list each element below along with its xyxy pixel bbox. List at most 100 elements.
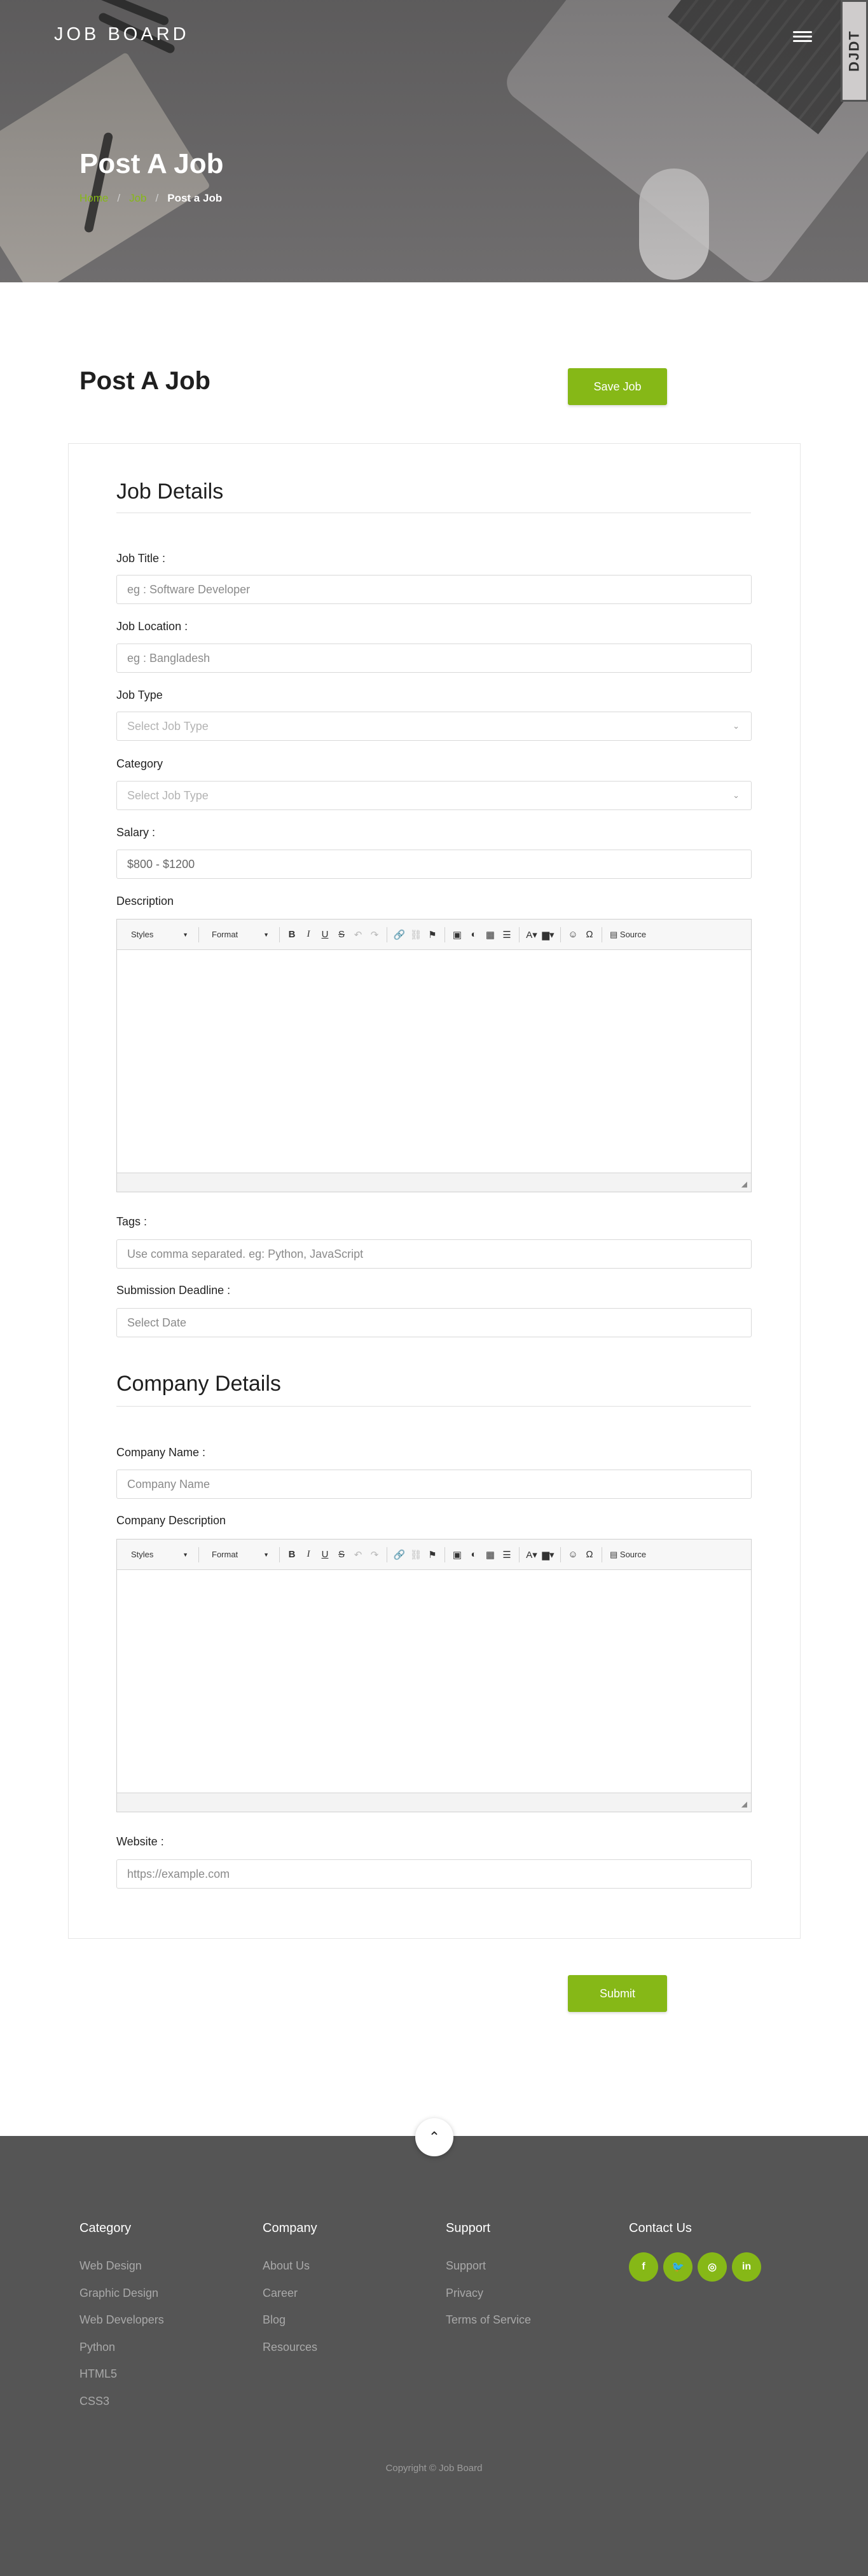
website-input[interactable]: https://example.com xyxy=(116,1859,752,1889)
footer-link[interactable]: Blog xyxy=(263,2306,317,2334)
divider xyxy=(116,1406,751,1407)
social-links: f 🐦 ◎ in xyxy=(629,2252,761,2282)
source-button[interactable]: ▤ Source xyxy=(607,926,649,943)
category-select[interactable]: Select Job Type ⌄ xyxy=(116,781,752,810)
table-icon[interactable]: ▦ xyxy=(483,1546,497,1563)
smiley-icon[interactable]: ☺ xyxy=(566,926,580,943)
unlink-icon[interactable]: ⛓ xyxy=(409,926,423,943)
chevron-down-icon: ⌄ xyxy=(733,721,740,731)
italic-button[interactable]: I xyxy=(301,926,315,943)
footer-link[interactable]: Support xyxy=(446,2252,531,2280)
scroll-to-top-button[interactable]: ⌃ xyxy=(415,2118,453,2156)
job-location-label: Job Location : xyxy=(116,620,188,633)
breadcrumb-job[interactable]: Job xyxy=(129,192,146,205)
footer-contact-title: Contact Us xyxy=(629,2221,692,2235)
text-color-icon[interactable]: A▾ xyxy=(525,926,539,943)
flash-icon[interactable]: ◐ xyxy=(467,926,481,943)
table-icon[interactable]: ▦ xyxy=(483,926,497,943)
styles-dropdown[interactable]: Styles ▼ xyxy=(123,926,193,943)
job-type-select[interactable]: Select Job Type ⌄ xyxy=(116,712,752,741)
strikethrough-button[interactable]: S xyxy=(334,1546,348,1563)
redo-icon[interactable]: ↷ xyxy=(368,926,382,943)
undo-icon[interactable]: ↶ xyxy=(351,1546,365,1563)
company-name-input[interactable]: Company Name xyxy=(116,1470,752,1499)
anchor-flag-icon[interactable]: ⚑ xyxy=(425,926,439,943)
breadcrumb-separator: / xyxy=(117,192,121,204)
breadcrumb-home[interactable]: Home xyxy=(79,192,108,205)
menu-icon[interactable] xyxy=(793,29,812,44)
chevron-up-icon: ⌃ xyxy=(428,2129,441,2145)
image-icon[interactable]: ▣ xyxy=(450,1546,464,1563)
footer-link[interactable]: Python xyxy=(79,2334,164,2361)
footer-link[interactable]: Career xyxy=(263,2280,317,2307)
submit-button[interactable]: Submit xyxy=(568,1975,667,2012)
job-title-input[interactable]: eg : Software Developer xyxy=(116,575,752,604)
editor-body[interactable] xyxy=(117,1570,751,1793)
salary-input[interactable]: $800 - $1200 xyxy=(116,850,752,879)
special-char-icon[interactable]: Ω xyxy=(582,1546,596,1563)
toolbar-separator xyxy=(519,926,520,942)
strikethrough-button[interactable]: S xyxy=(334,926,348,943)
resize-grip-icon[interactable]: ◢ xyxy=(741,1800,747,1808)
instagram-icon[interactable]: ◎ xyxy=(698,2252,727,2282)
hero-title: Post A Job xyxy=(79,148,224,179)
format-dropdown[interactable]: Format ▼ xyxy=(204,926,274,943)
dropdown-arrow-icon: ▼ xyxy=(263,1551,269,1558)
resize-grip-icon[interactable]: ◢ xyxy=(741,1180,747,1188)
source-icon: ▤ xyxy=(610,929,620,939)
footer-contact-column: Contact Us f 🐦 ◎ in xyxy=(629,2221,761,2282)
save-job-button[interactable]: Save Job xyxy=(568,368,667,405)
tags-input[interactable]: Use comma separated. eg: Python, JavaScr… xyxy=(116,1239,752,1269)
linkedin-icon[interactable]: in xyxy=(732,2252,761,2282)
underline-button[interactable]: U xyxy=(318,926,332,943)
deadline-input[interactable]: Select Date xyxy=(116,1308,752,1337)
bold-button[interactable]: B xyxy=(285,1546,299,1563)
redo-icon[interactable]: ↷ xyxy=(368,1546,382,1563)
footer-link[interactable]: Terms of Service xyxy=(446,2306,531,2334)
undo-icon[interactable]: ↶ xyxy=(351,926,365,943)
debug-toolbar-tab[interactable]: DJDT xyxy=(841,0,868,102)
footer-company-column: Company About Us Career Blog Resources xyxy=(263,2221,317,2360)
job-type-label: Job Type xyxy=(116,689,163,701)
unlink-icon[interactable]: ⛓ xyxy=(409,1546,423,1563)
bold-button[interactable]: B xyxy=(285,926,299,943)
footer-link[interactable]: Web Design xyxy=(79,2252,164,2280)
job-location-input[interactable]: eg : Bangladesh xyxy=(116,644,752,673)
underline-button[interactable]: U xyxy=(318,1546,332,1563)
link-icon[interactable]: 🔗 xyxy=(392,926,406,943)
anchor-flag-icon[interactable]: ⚑ xyxy=(425,1546,439,1563)
brand-logo[interactable]: JOB BOARD xyxy=(54,24,189,45)
format-label: Format xyxy=(212,930,238,939)
toolbar-separator xyxy=(560,926,561,942)
special-char-icon[interactable]: Ω xyxy=(582,926,596,943)
footer-link[interactable]: Resources xyxy=(263,2334,317,2361)
page-title: Post A Job xyxy=(79,367,210,395)
image-icon[interactable]: ▣ xyxy=(450,926,464,943)
horizontal-rule-icon[interactable]: ☰ xyxy=(500,1546,514,1563)
flash-icon[interactable]: ◐ xyxy=(467,1546,481,1563)
footer-link[interactable]: HTML5 xyxy=(79,2360,164,2388)
toolbar-separator xyxy=(198,926,199,942)
footer-link[interactable]: Web Developers xyxy=(79,2306,164,2334)
background-color-icon[interactable]: ▆▾ xyxy=(541,1546,555,1563)
styles-dropdown[interactable]: Styles ▼ xyxy=(123,1546,193,1563)
footer-link[interactable]: About Us xyxy=(263,2252,317,2280)
editor-body[interactable] xyxy=(117,950,751,1173)
background-color-icon[interactable]: ▆▾ xyxy=(541,926,555,943)
twitter-icon[interactable]: 🐦 xyxy=(663,2252,692,2282)
text-color-icon[interactable]: A▾ xyxy=(525,1546,539,1563)
source-label: Source xyxy=(619,1550,647,1559)
horizontal-rule-icon[interactable]: ☰ xyxy=(500,926,514,943)
description-editor: Styles ▼ Format ▼ B I U S ↶ ↷ 🔗 ⛓ ⚑ ▣ ◐ ▦ … xyxy=(116,919,752,1192)
italic-button[interactable]: I xyxy=(301,1546,315,1563)
footer-link[interactable]: CSS3 xyxy=(79,2388,164,2415)
source-button[interactable]: ▤ Source xyxy=(607,1546,649,1563)
facebook-icon[interactable]: f xyxy=(629,2252,658,2282)
format-dropdown[interactable]: Format ▼ xyxy=(204,1546,274,1563)
link-icon[interactable]: 🔗 xyxy=(392,1546,406,1563)
smiley-icon[interactable]: ☺ xyxy=(566,1546,580,1563)
footer-link[interactable]: Privacy xyxy=(446,2280,531,2307)
company-description-editor: Styles ▼ Format ▼ B I U S ↶ ↷ 🔗 ⛓ ⚑ ▣ ◐ ▦ … xyxy=(116,1539,752,1812)
footer-link[interactable]: Graphic Design xyxy=(79,2280,164,2307)
job-details-heading: Job Details xyxy=(116,479,224,504)
